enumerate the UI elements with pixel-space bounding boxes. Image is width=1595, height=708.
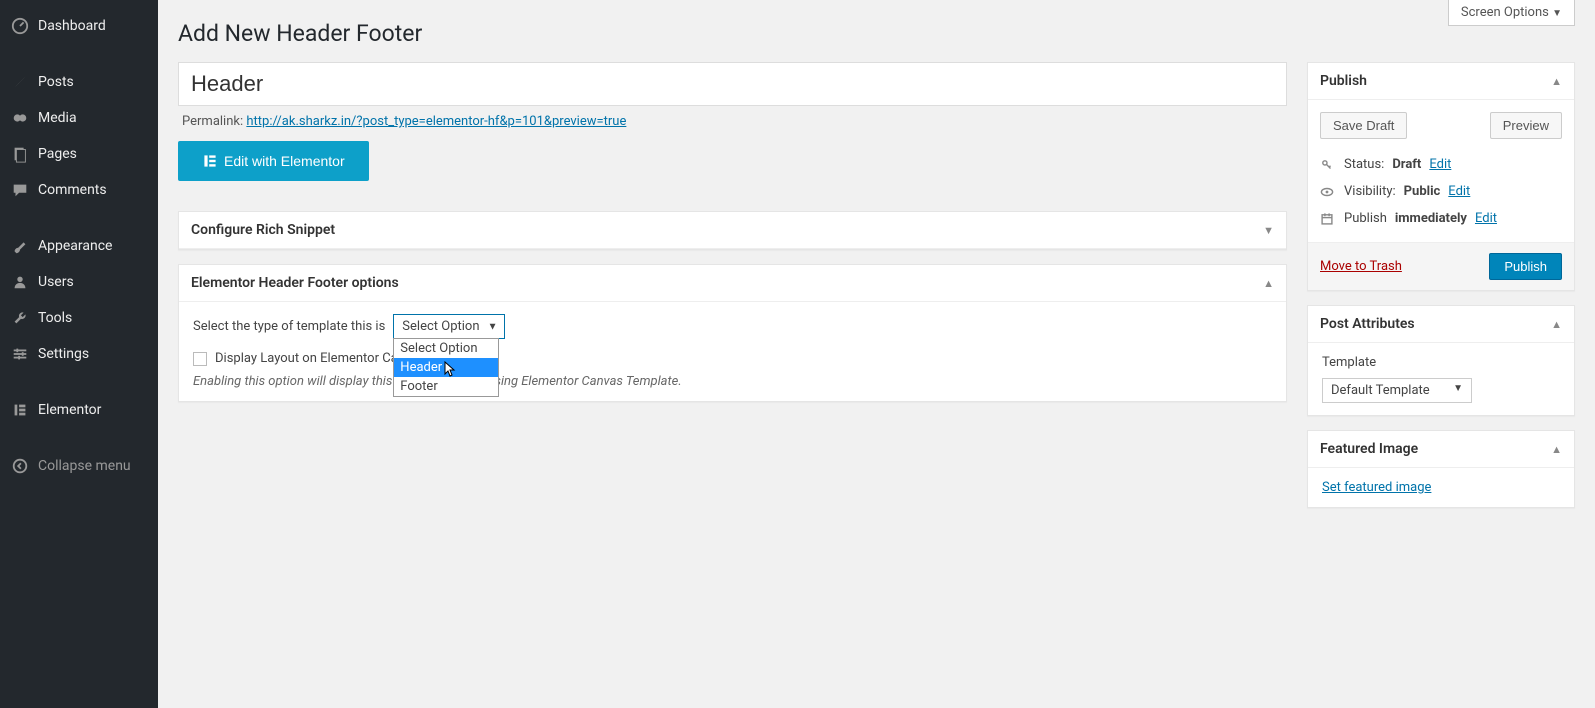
visibility-value: Public — [1404, 184, 1441, 199]
screen-options-label: Screen Options — [1461, 5, 1549, 20]
set-featured-image-link[interactable]: Set featured image — [1322, 480, 1431, 495]
sidebar-item-elementor[interactable]: Elementor — [0, 392, 158, 428]
publish-date-value: immediately — [1395, 211, 1467, 226]
template-type-select[interactable]: Select Option ▼ — [393, 314, 504, 339]
template-type-dropdown: Select Option Header Footer — [393, 338, 499, 397]
display-layout-checkbox[interactable] — [193, 352, 207, 366]
select-label: Select the type of template this is — [193, 319, 385, 334]
chevron-down-icon: ▼ — [1453, 383, 1463, 394]
post-attributes-title: Post Attributes — [1320, 316, 1415, 332]
eye-icon — [1320, 185, 1336, 199]
dropdown-option-header[interactable]: Header — [394, 358, 498, 377]
brush-icon — [10, 236, 30, 256]
wrench-icon — [10, 308, 30, 328]
sidebar-label: Tools — [38, 310, 72, 326]
template-label: Template — [1322, 355, 1560, 370]
options-box: Elementor Header Footer options ▲ Select… — [178, 264, 1287, 402]
media-icon — [10, 108, 30, 128]
featured-image-title: Featured Image — [1320, 441, 1418, 457]
sidebar-item-appearance[interactable]: Appearance — [0, 228, 158, 264]
publish-box: Publish ▲ Save Draft Preview Status: Dra… — [1307, 62, 1575, 291]
edit-elementor-button[interactable]: Edit with Elementor — [178, 141, 369, 181]
screen-options-button[interactable]: Screen Options ▼ — [1448, 0, 1575, 26]
sidebar-label: Settings — [38, 346, 89, 362]
options-header[interactable]: Elementor Header Footer options ▲ — [179, 265, 1286, 302]
rich-snippet-title: Configure Rich Snippet — [191, 222, 335, 238]
rich-snippet-header[interactable]: Configure Rich Snippet ▼ — [179, 212, 1286, 249]
permalink-label: Permalink: — [182, 114, 243, 129]
permalink-row: Permalink: http://ak.sharkz.in/?post_typ… — [182, 114, 1283, 129]
edit-publish-date-link[interactable]: Edit — [1475, 211, 1497, 226]
key-icon — [1320, 158, 1336, 172]
sidebar-label: Comments — [38, 182, 107, 198]
chevron-up-icon: ▲ — [1551, 318, 1562, 331]
user-icon — [10, 272, 30, 292]
publish-header[interactable]: Publish ▲ — [1308, 63, 1574, 100]
sidebar-label: Users — [38, 274, 74, 290]
page-icon — [10, 144, 30, 164]
publish-date-label: Publish — [1344, 211, 1387, 226]
sidebar-item-collapse[interactable]: Collapse menu — [0, 448, 158, 484]
post-attributes-header[interactable]: Post Attributes ▲ — [1308, 306, 1574, 343]
chevron-up-icon: ▲ — [1551, 443, 1562, 456]
sidebar-label: Collapse menu — [38, 458, 131, 474]
chevron-down-icon: ▼ — [1263, 224, 1274, 237]
move-to-trash-link[interactable]: Move to Trash — [1320, 259, 1402, 274]
chevron-up-icon: ▲ — [1551, 75, 1562, 88]
sidebar-item-dashboard[interactable]: Dashboard — [0, 8, 158, 44]
sidebar-label: Pages — [38, 146, 77, 162]
save-draft-button[interactable]: Save Draft — [1320, 112, 1407, 139]
title-input[interactable] — [178, 62, 1287, 106]
edit-status-link[interactable]: Edit — [1429, 157, 1451, 172]
preview-button[interactable]: Preview — [1490, 112, 1562, 139]
template-value: Default Template — [1331, 383, 1430, 398]
sidebar-item-settings[interactable]: Settings — [0, 336, 158, 372]
sidebar-label: Appearance — [38, 238, 112, 254]
page-title: Add New Header Footer — [178, 20, 1575, 47]
sidebar-label: Media — [38, 110, 77, 126]
post-attributes-box: Post Attributes ▲ Template Default Templ… — [1307, 305, 1575, 416]
dropdown-option-select[interactable]: Select Option — [394, 339, 498, 358]
sidebar-item-media[interactable]: Media — [0, 100, 158, 136]
sidebar-item-tools[interactable]: Tools — [0, 300, 158, 336]
featured-image-box: Featured Image ▲ Set featured image — [1307, 430, 1575, 508]
sidebar-item-pages[interactable]: Pages — [0, 136, 158, 172]
dropdown-option-footer[interactable]: Footer — [394, 377, 498, 396]
sidebar-item-comments[interactable]: Comments — [0, 172, 158, 208]
help-text: Enabling this option will display this l… — [193, 374, 1272, 389]
dashboard-icon — [10, 16, 30, 36]
pin-icon — [10, 72, 30, 92]
sidebar-label: Elementor — [38, 402, 101, 418]
comment-icon — [10, 180, 30, 200]
chevron-down-icon: ▼ — [488, 321, 498, 332]
select-value: Select Option — [402, 319, 479, 334]
calendar-icon — [1320, 212, 1336, 226]
publish-button[interactable]: Publish — [1489, 253, 1562, 280]
edit-visibility-link[interactable]: Edit — [1448, 184, 1470, 199]
collapse-icon — [10, 456, 30, 476]
status-label: Status: — [1344, 157, 1384, 172]
publish-title: Publish — [1320, 73, 1367, 89]
sidebar-item-users[interactable]: Users — [0, 264, 158, 300]
edit-elementor-label: Edit with Elementor — [224, 153, 345, 169]
admin-sidebar: Dashboard Posts Media Pages Comments App… — [0, 0, 158, 708]
permalink-link[interactable]: http://ak.sharkz.in/?post_type=elementor… — [246, 114, 626, 129]
sidebar-label: Posts — [38, 74, 74, 90]
status-value: Draft — [1392, 157, 1421, 172]
elementor-icon — [202, 153, 218, 169]
chevron-up-icon: ▲ — [1263, 277, 1274, 290]
sidebar-item-posts[interactable]: Posts — [0, 64, 158, 100]
options-title: Elementor Header Footer options — [191, 275, 399, 291]
elementor-icon — [10, 400, 30, 420]
sidebar-label: Dashboard — [38, 18, 106, 34]
visibility-label: Visibility: — [1344, 184, 1396, 199]
main-content: Screen Options ▼ Add New Header Footer P… — [158, 0, 1595, 708]
sliders-icon — [10, 344, 30, 364]
featured-image-header[interactable]: Featured Image ▲ — [1308, 431, 1574, 468]
rich-snippet-box: Configure Rich Snippet ▼ — [178, 211, 1287, 250]
template-select[interactable]: Default Template ▼ — [1322, 378, 1472, 403]
